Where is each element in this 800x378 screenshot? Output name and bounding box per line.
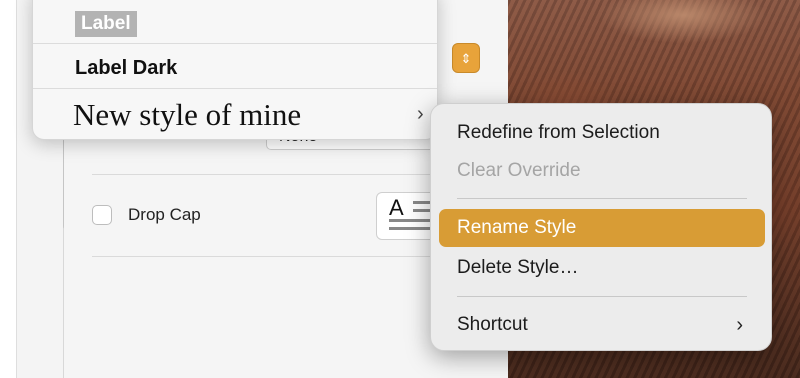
menu-separator bbox=[457, 198, 747, 199]
menu-item-label: Shortcut bbox=[457, 314, 528, 335]
up-down-chevron-icon: ⇕ bbox=[460, 50, 472, 66]
menu-item-label: Delete Style… bbox=[457, 257, 579, 278]
menu-item-clear-override: Clear Override bbox=[439, 152, 765, 190]
drop-cap-label: Drop Cap bbox=[128, 205, 201, 224]
menu-item-redefine-from-selection[interactable]: Redefine from Selection bbox=[439, 114, 765, 152]
chevron-right-icon: › bbox=[736, 314, 743, 336]
menu-item-rename-style[interactable]: Rename Style bbox=[439, 209, 765, 247]
style-item-label[interactable]: Label bbox=[75, 11, 137, 37]
menu-item-delete-style[interactable]: Delete Style… bbox=[439, 249, 765, 287]
paragraph-style-stepper[interactable]: ⇕ bbox=[452, 43, 480, 73]
drop-cap-glyph: A bbox=[389, 195, 404, 220]
style-context-menu: Redefine from Selection Clear Override R… bbox=[430, 103, 772, 351]
divider bbox=[92, 174, 446, 175]
style-item-label-dark[interactable]: Label Dark bbox=[75, 57, 177, 80]
style-item-new-style-of-mine[interactable]: New style of mine bbox=[73, 97, 301, 133]
menu-item-label: Rename Style bbox=[457, 217, 577, 238]
chevron-right-icon: › bbox=[417, 103, 424, 125]
drop-cap-checkbox[interactable] bbox=[92, 205, 112, 225]
menu-separator bbox=[457, 296, 747, 297]
window-edge bbox=[0, 0, 17, 378]
menu-item-label: Redefine from Selection bbox=[457, 122, 660, 143]
menu-item-label: Clear Override bbox=[457, 160, 581, 181]
paragraph-style-menu: Label Label Dark New style of mine › bbox=[32, 0, 438, 140]
menu-item-shortcut[interactable]: Shortcut › bbox=[439, 306, 765, 344]
divider bbox=[92, 256, 446, 257]
